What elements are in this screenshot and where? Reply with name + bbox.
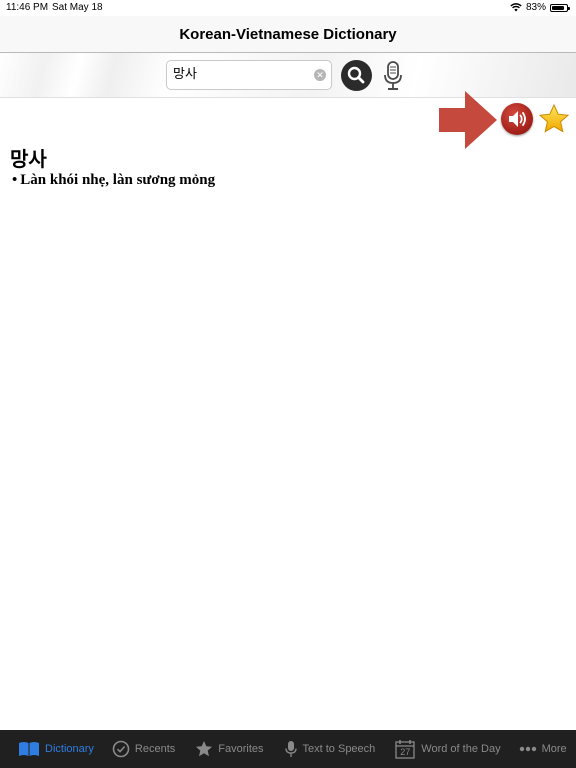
navigation-bar: Korean-Vietnamese Dictionary xyxy=(0,16,576,53)
checkmark-circle-icon xyxy=(112,740,130,758)
more-dots-icon xyxy=(519,746,536,752)
status-time: 11:46 PM xyxy=(6,2,49,13)
tab-label: Text to Speech xyxy=(302,743,376,755)
entry-headword: 망사 xyxy=(10,147,47,171)
tab-word-of-the-day[interactable]: 27 Word of the Day xyxy=(395,730,501,768)
definition-list: • Làn khói nhẹ, làn sương mỏng xyxy=(12,172,215,189)
battery-icon xyxy=(550,3,570,12)
book-icon xyxy=(19,742,39,756)
tab-more[interactable]: More xyxy=(519,730,567,768)
status-date: Sat May 18 xyxy=(52,2,103,13)
pronounce-button[interactable] xyxy=(501,103,533,135)
tab-dictionary[interactable]: Dictionary xyxy=(18,730,94,768)
battery-level xyxy=(552,5,564,10)
tab-favorites[interactable]: Favorites xyxy=(195,730,264,768)
tab-label: Word of the Day xyxy=(421,743,501,755)
calendar-day: 27 xyxy=(400,747,411,757)
definition-text: Làn khói nhẹ, làn sương mỏng xyxy=(20,172,216,188)
battery-percentage: 83% xyxy=(525,2,546,13)
microphone-icon[interactable] xyxy=(381,60,405,92)
status-right: 83% xyxy=(510,2,570,13)
bullet: • xyxy=(12,172,18,188)
definition-item: • Làn khói nhẹ, làn sương mỏng xyxy=(12,172,215,189)
tab-recents[interactable]: Recents xyxy=(112,730,175,768)
tab-label: Favorites xyxy=(218,743,264,755)
microphone-icon xyxy=(284,741,297,757)
calendar-icon: 27 xyxy=(395,739,415,759)
clear-icon[interactable]: ✕ xyxy=(314,69,326,81)
search-input[interactable]: 망사 xyxy=(166,60,332,90)
tab-label: More xyxy=(541,743,567,755)
search-button[interactable] xyxy=(341,60,372,91)
star-icon xyxy=(196,741,213,757)
favorite-star-icon[interactable] xyxy=(538,103,570,135)
tab-label: Dictionary xyxy=(45,743,94,755)
speaker-icon xyxy=(509,111,526,127)
tab-label: Recents xyxy=(134,743,176,755)
page-title: Korean-Vietnamese Dictionary xyxy=(179,25,397,43)
search-icon xyxy=(347,66,365,84)
arrow-right-icon xyxy=(439,91,497,149)
tab-bar: Dictionary Recents Favorites Text to Spe… xyxy=(0,730,576,768)
tab-text-to-speech[interactable]: Text to Speech xyxy=(284,730,376,768)
wifi-icon xyxy=(510,3,522,12)
status-bar: 11:46 PM Sat May 18 83% xyxy=(0,0,576,16)
